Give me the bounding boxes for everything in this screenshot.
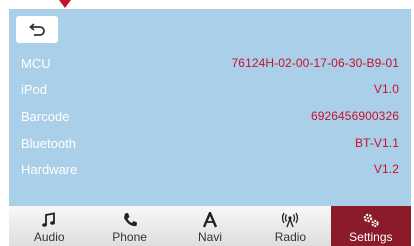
tab-settings-label: Settings	[349, 230, 393, 244]
tab-navi-label: Navi	[198, 230, 223, 244]
gears-icon	[362, 211, 380, 229]
info-row-hardware: Hardware V1.2	[9, 156, 411, 182]
top-marker-arrow	[59, 0, 71, 8]
info-label-hardware: Hardware	[21, 161, 78, 177]
tab-phone[interactable]: Phone	[89, 206, 169, 246]
bottom-tab-bar: Audio Phone Navi Radio Settings	[9, 206, 411, 246]
back-button[interactable]	[16, 16, 58, 43]
radio-antenna-icon	[281, 211, 299, 229]
info-value-hardware: V1.2	[373, 162, 399, 176]
info-row-bluetooth: Bluetooth BT-V1.1	[9, 130, 411, 156]
tab-navi[interactable]: Navi	[170, 206, 250, 246]
tab-radio-label: Radio	[274, 230, 307, 244]
tab-settings[interactable]: Settings	[330, 206, 411, 246]
tab-audio-label: Audio	[33, 230, 65, 244]
phone-icon	[122, 211, 138, 229]
info-label-bluetooth: Bluetooth	[21, 135, 76, 151]
navigation-a-icon	[202, 211, 218, 229]
info-row-barcode: Barcode 6926456900326	[9, 103, 411, 129]
info-row-ipod: iPod V1.0	[9, 76, 411, 102]
music-note-icon	[41, 211, 57, 229]
info-label-ipod: iPod	[21, 81, 48, 97]
info-label-mcu: MCU	[21, 55, 51, 71]
info-label-barcode: Barcode	[21, 108, 70, 124]
tab-radio[interactable]: Radio	[250, 206, 330, 246]
info-value-ipod: V1.0	[373, 82, 399, 96]
back-arrow-icon	[29, 22, 45, 36]
settings-screen: MCU 76124H-02-00-17-06-30-B9-01 iPod V1.…	[9, 9, 411, 246]
info-row-mcu: MCU 76124H-02-00-17-06-30-B9-01	[9, 50, 411, 76]
info-value-bluetooth: BT-V1.1	[354, 136, 399, 150]
info-value-mcu: 76124H-02-00-17-06-30-B9-01	[231, 56, 399, 70]
tab-phone-label: Phone	[112, 230, 147, 244]
info-value-barcode: 6926456900326	[310, 109, 399, 123]
tab-audio[interactable]: Audio	[9, 206, 89, 246]
